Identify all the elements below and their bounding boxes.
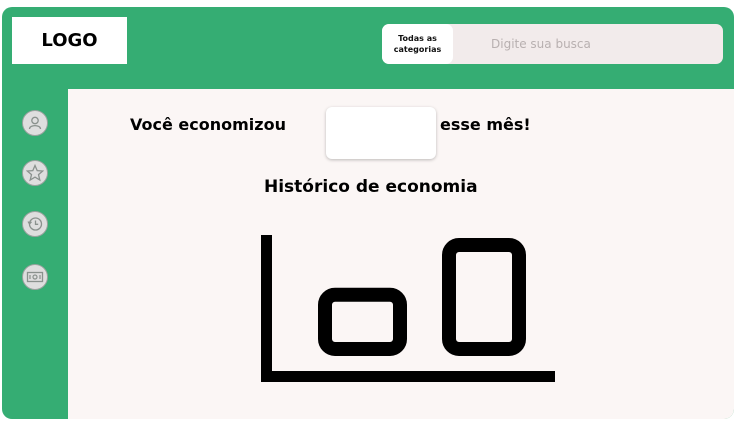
savings-summary: Você economizou esse mês! bbox=[130, 107, 690, 159]
chart-bar bbox=[318, 287, 407, 356]
star-icon bbox=[26, 164, 44, 182]
profile-button[interactable] bbox=[22, 110, 48, 136]
app-frame: LOGO Todas as categorias Você econ bbox=[2, 7, 734, 419]
user-icon bbox=[28, 116, 42, 130]
chart-bar bbox=[442, 238, 526, 356]
history-title: Histórico de economia bbox=[264, 177, 478, 197]
savings-value-box bbox=[326, 107, 436, 159]
search-bar: Todas as categorias bbox=[382, 24, 723, 64]
search-input[interactable] bbox=[453, 24, 723, 64]
savings-history-chart bbox=[261, 235, 555, 382]
savings-button[interactable] bbox=[22, 264, 48, 290]
favorites-button[interactable] bbox=[22, 160, 48, 186]
y-axis bbox=[261, 235, 272, 382]
history-button[interactable] bbox=[22, 211, 48, 237]
money-icon bbox=[26, 271, 44, 283]
category-dropdown[interactable]: Todas as categorias bbox=[382, 24, 453, 64]
x-axis bbox=[261, 371, 555, 382]
main-content: Você economizou esse mês! Histórico de e… bbox=[68, 89, 734, 419]
logo[interactable]: LOGO bbox=[12, 17, 127, 64]
savings-suffix: esse mês! bbox=[440, 115, 531, 134]
history-icon bbox=[27, 217, 43, 231]
savings-prefix: Você economizou bbox=[130, 115, 286, 134]
